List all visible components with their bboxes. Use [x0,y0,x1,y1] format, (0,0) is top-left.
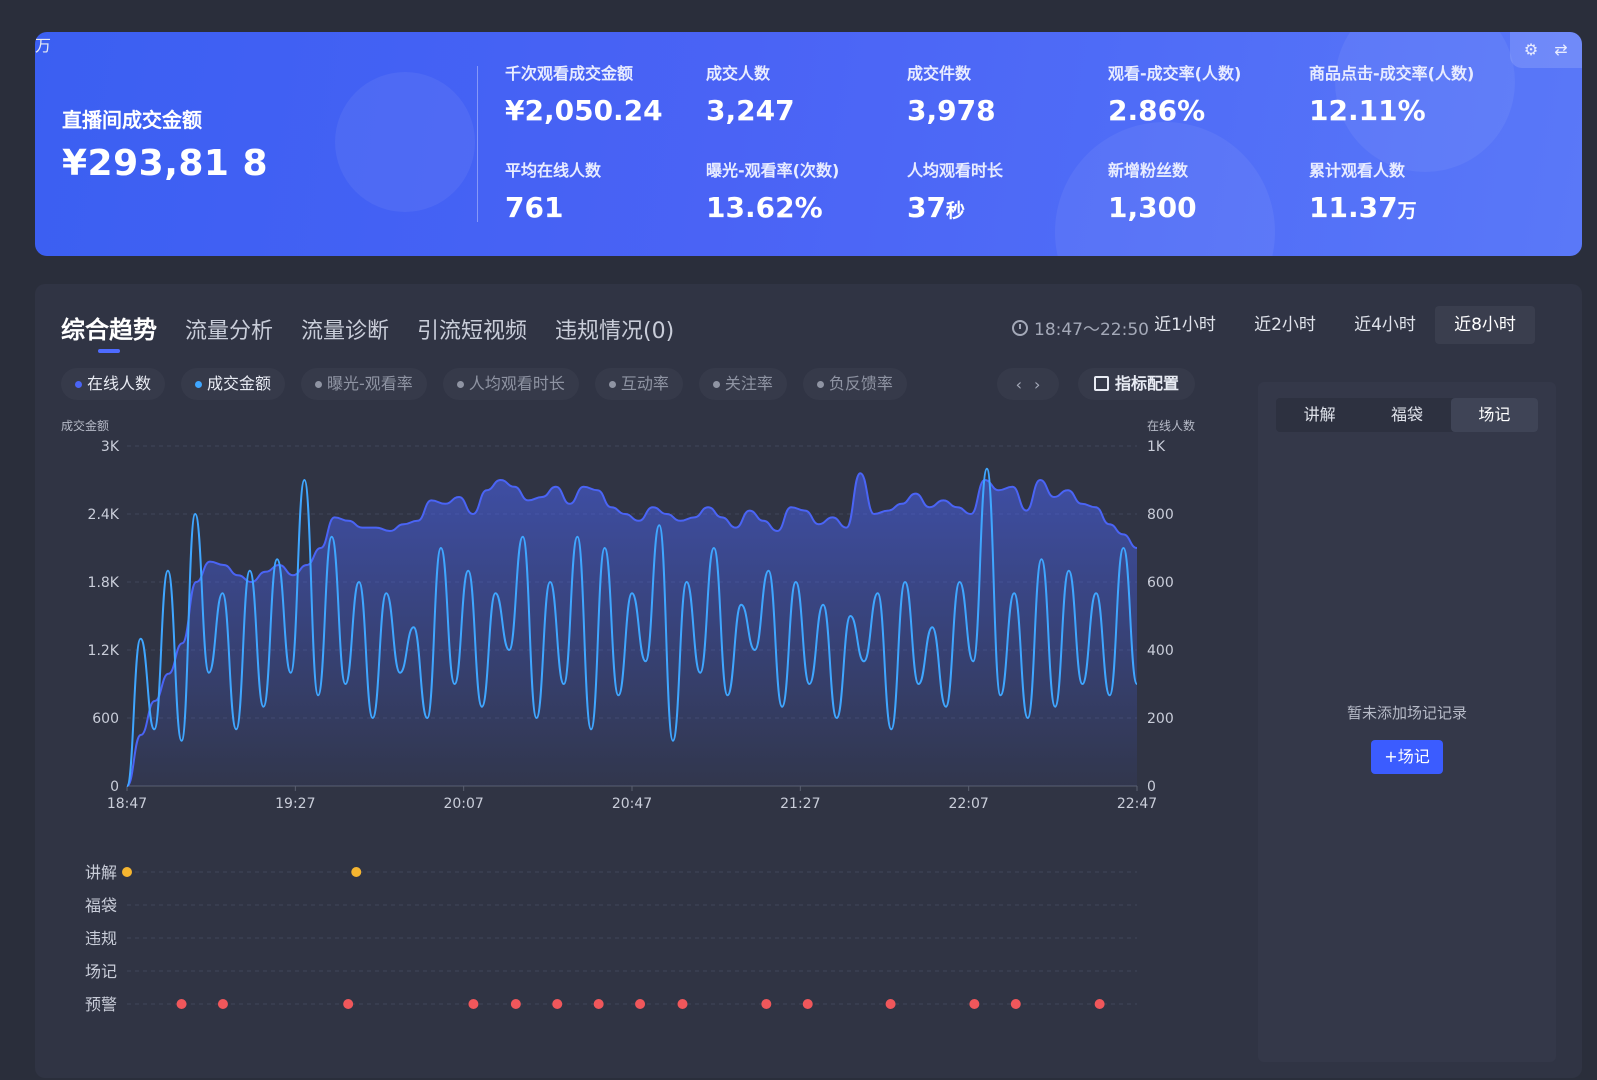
metric-value: 761 [505,191,564,224]
metric-value: 12.11% [1309,94,1426,127]
metric-card: 人均观看时长 37秒 [907,157,1107,224]
metric-label: 累计观看人数 [1309,161,1406,180]
metric-label: 人均观看时长 [907,161,1004,180]
trend-panel: 综合趋势 流量分析 流量诊断 引流短视频 违规情况(0) 18:47～22:50 近1小… [35,284,1582,1078]
dashboard-page: 直播间成交金额 ¥293,81 8 万 千次观看成交金额 ¥2,050.24 成交人… [0,0,1597,1080]
total-gmv: 直播间成交金额 ¥293,81 8 [62,104,268,184]
y-tick-right: 200 [1147,711,1174,727]
timeline-row-label: 讲解 [85,863,117,882]
metric-value: 3,247 [706,94,795,127]
metric-unit: 万 [1397,200,1417,222]
y-tick-left: 1.8K [88,575,120,591]
y-tick-right: 0 [1147,779,1156,795]
metric-card: 累计观看人数 11.37万 [1309,157,1509,224]
x-tick-label: 20:47 [612,796,652,812]
range-button[interactable]: 近4小时 [1335,306,1435,344]
empty-record-text: 暂未添加场记记录 [1346,704,1467,722]
metric-card: 成交人数 3,247 [706,60,906,127]
side-tab[interactable]: 讲解 [1276,398,1363,432]
metric-card: 商品点击-成交率(人数) 12.11% [1309,60,1509,127]
timeline-event-dot [969,999,980,1009]
y-tick-left: 3K [101,439,120,455]
y-tick-left: 600 [92,711,119,727]
metric-card: 观看-成交率(人数) 2.86% [1108,60,1308,127]
timeline-event-dot [343,999,354,1009]
x-tick-label: 21:27 [780,796,820,812]
y-tick-right: 600 [1147,575,1174,591]
metric-label: 曝光-观看率(次数) [706,161,840,180]
banner-divider [477,66,478,222]
y-axis-left-title: 成交金额 [61,418,109,433]
side-tabs: 讲解 福袋 场记 [1276,398,1538,432]
metric-value: 2.86% [1108,94,1206,127]
metric-label: 成交件数 [907,64,972,83]
timeline-event-dot [802,999,813,1009]
trend-chart: 成交金额 在线人数 0 0 600 200 1.2K 400 1.8K 600 2.4K 800 3K 1… [61,418,1195,1014]
metric-label: 商品点击-成交率(人数) [1309,64,1475,83]
timeline-event-dot [351,867,362,877]
range-button[interactable]: 近2小时 [1235,306,1335,344]
metric-value: 37秒 [907,191,965,224]
timeline-event-dot [1094,999,1105,1009]
add-record-button[interactable]: +场记 [1371,740,1443,774]
y-tick-right: 1K [1147,439,1166,455]
metric-label: 千次观看成交金额 [505,64,634,83]
x-tick-label: 20:07 [443,796,483,812]
timeline-row-label: 场记 [85,962,117,981]
y-axis-right-title: 在线人数 [1147,418,1195,433]
timeline-event-dot [761,999,772,1009]
x-tick-label: 22:47 [1117,796,1157,812]
metric-label: 观看-成交率(人数) [1108,64,1242,83]
x-tick-label: 19:27 [275,796,315,812]
metric-value: 1,300 [1108,191,1197,224]
metric-value: ¥2,050.24 [505,94,663,127]
metric-unit: 秒 [945,200,965,222]
total-gmv-value: ¥293,81 8 [62,143,269,184]
y-tick-left: 0 [110,779,119,795]
timeline-event-dot [468,999,479,1009]
metric-card: 成交件数 3,978 [907,60,1107,127]
metric-card: 曝光-观看率(次数) 13.62% [706,157,906,224]
y-tick-right: 800 [1147,507,1174,523]
timeline-event-dot [217,999,228,1009]
metric-label: 成交人数 [706,64,771,83]
gear-icon[interactable]: ⚙ [1521,40,1541,60]
y-tick-left: 1.2K [88,643,120,659]
timeline-event-dot [677,999,688,1009]
range-button[interactable]: 近8小时 [1435,306,1535,344]
x-tick-label: 18:47 [107,796,147,812]
metric-label: 平均在线人数 [505,161,602,180]
metric-card: 千次观看成交金额 ¥2,050.24 [505,60,705,127]
total-gmv-label: 直播间成交金额 [62,108,202,132]
y-tick-right: 400 [1147,643,1174,659]
metric-label: 新增粉丝数 [1108,161,1189,180]
banner-decoration [335,72,475,212]
metric-value: 3,978 [907,94,996,127]
timeline-event-dot [176,999,187,1009]
stats-banner: 直播间成交金额 ¥293,81 8 万 千次观看成交金额 ¥2,050.24 成交人… [35,32,1582,256]
timeline-event-dot [122,867,132,877]
metric-card: 新增粉丝数 1,300 [1108,157,1308,224]
banner-tools: ⚙ ⇄ [1510,32,1582,68]
series-online-area [127,473,1137,786]
metrics-grid: 千次观看成交金额 ¥2,050.24 成交人数 3,247 成交件数 3,978 观看-成交… [505,60,1525,240]
metric-value: 11.37万 [1309,191,1417,224]
timeline-event-dot [593,999,604,1009]
timeline-event-dot [1010,999,1021,1009]
y-tick-left: 2.4K [88,507,120,523]
swap-icon[interactable]: ⇄ [1551,40,1571,60]
metric-card: 平均在线人数 761 [505,157,705,224]
metric-value: 13.62% [706,191,823,224]
timeline-event-dot [885,999,896,1009]
side-panel: 讲解 福袋 场记 暂未添加场记记录 +场记 [1258,382,1556,1062]
side-tab[interactable]: 福袋 [1363,398,1450,432]
x-tick-label: 22:07 [948,796,988,812]
timeline-row-label: 福袋 [85,896,117,915]
timeline-row-label: 违规 [85,929,117,948]
timeline-event-dot [635,999,646,1009]
timeline-event-dot [552,999,563,1009]
side-tab[interactable]: 场记 [1450,398,1538,432]
timeline-row-label: 预警 [85,995,117,1014]
timeline-event-dot [510,999,521,1009]
